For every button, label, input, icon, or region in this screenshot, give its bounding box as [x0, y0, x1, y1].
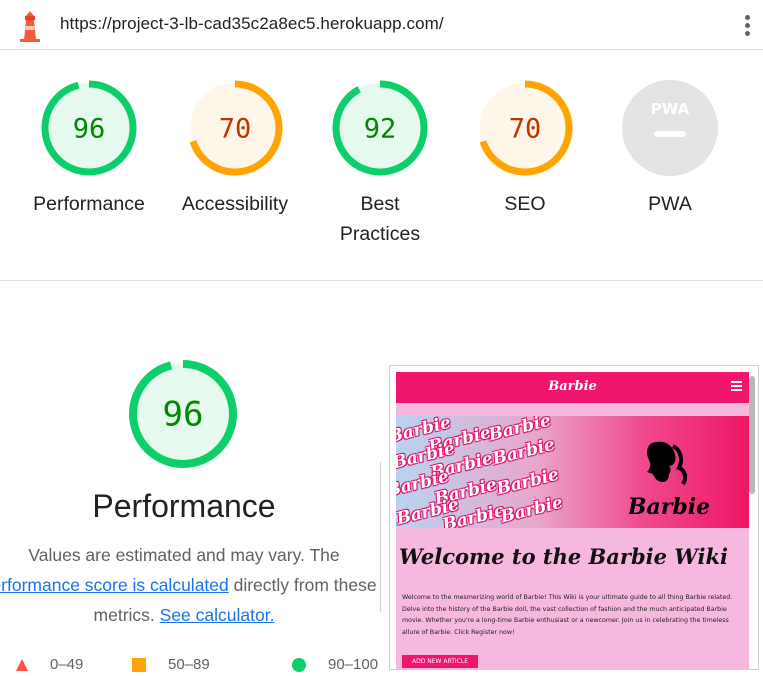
legend-pass: 90–100	[292, 656, 378, 676]
kebab-menu-icon[interactable]	[741, 12, 753, 40]
barbie-page: Barbie Barbie Barbie Barbie Barbie Barbie Bar…	[396, 372, 749, 669]
barbie-hero-image: Barbie Barbie Barbie Barbie Barbie Barbie Barb…	[396, 416, 749, 528]
gauge-label[interactable]: PWA	[605, 189, 735, 219]
barbie-heading: Welcome to the Barbie Wiki	[399, 544, 729, 569]
desc-line1: Values are estimated and may vary. The	[28, 545, 340, 565]
performance-gauge-large: 96	[127, 358, 239, 475]
performance-description: Values are estimated and may vary. The e…	[0, 540, 388, 630]
barbie-navbar: Barbie	[396, 372, 749, 403]
legend-fail: 0–49	[16, 656, 83, 676]
gauge-score: 70	[509, 114, 542, 145]
gauge-score: 96	[73, 114, 106, 145]
page-screenshot-thumbnail[interactable]: Barbie Barbie Barbie Barbie Barbie Barbie Bar…	[389, 365, 759, 670]
barbie-silhouette-logo: Barbie	[629, 441, 710, 520]
url-bar: https://project-3-lb-cad35c2a8ec5.heroku…	[0, 0, 763, 50]
barbie-logo-text: Barbie	[629, 494, 710, 520]
pwa-gauge-icon: PWA	[622, 80, 718, 176]
score-calculated-link[interactable]: erformance score is calculated	[0, 575, 229, 595]
gauge-label[interactable]: Best Practices	[330, 189, 430, 249]
gauge-label[interactable]: SEO	[460, 189, 590, 219]
legend-fail-text: 0–49	[50, 656, 84, 673]
desc-mid: directly from these	[228, 575, 377, 595]
pwa-badge-text: PWA	[651, 100, 690, 118]
section-divider	[0, 280, 763, 281]
legend-average-text: 50–89	[168, 656, 210, 673]
hamburger-menu-icon	[731, 381, 742, 391]
gauge-seo[interactable]: 70 SEO	[460, 79, 590, 219]
gauge-performance[interactable]: 96 Performance	[24, 79, 154, 219]
hero-barbie-word: Barbie	[498, 492, 565, 528]
legend-average: 50–89	[132, 656, 210, 676]
gauge-pwa[interactable]: PWA PWA	[605, 79, 735, 219]
gauge-label[interactable]: Performance	[24, 189, 154, 219]
see-calculator-link[interactable]: See calculator.	[160, 605, 275, 625]
gauge-label[interactable]: Accessibility	[170, 189, 300, 219]
gauge-score: 70	[219, 114, 252, 145]
url-text[interactable]: https://project-3-lb-cad35c2a8ec5.heroku…	[60, 14, 444, 34]
thumbnail-scrollbar[interactable]	[749, 376, 755, 494]
legend-pass-text: 90–100	[328, 656, 379, 673]
performance-title: Performance	[92, 488, 276, 524]
gauge-score: 92	[364, 114, 397, 145]
lighthouse-icon	[20, 11, 40, 42]
performance-score: 96	[163, 395, 204, 435]
gauge-accessibility[interactable]: 70 Accessibility	[170, 79, 300, 219]
barbie-brand: Barbie	[548, 379, 597, 394]
desc-pre2: metrics.	[93, 605, 160, 625]
gauge-best-practices[interactable]: 92 Best Practices	[315, 79, 445, 249]
add-new-article-button: ADD NEW ARTICLE	[402, 655, 478, 668]
triangle-icon	[16, 659, 28, 672]
barbie-body-text: Welcome to the mesmerizing world of Barb…	[402, 594, 733, 636]
vertical-separator	[380, 462, 381, 612]
